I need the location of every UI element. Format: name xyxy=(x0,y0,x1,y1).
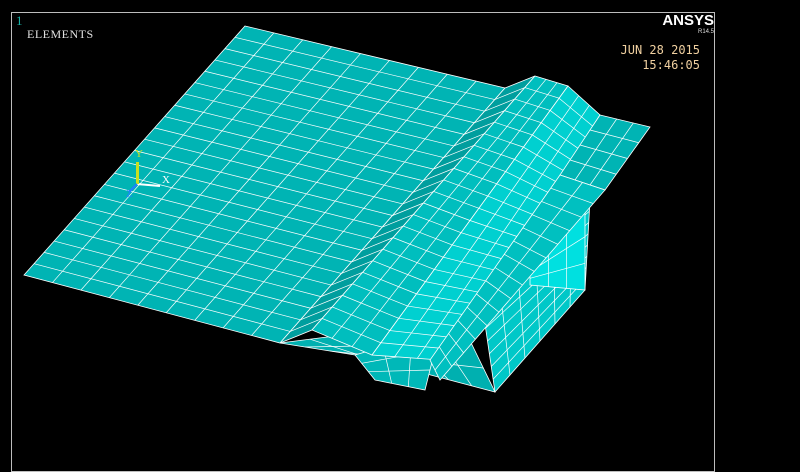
element-mesh-plot[interactable]: X Y Z xyxy=(0,0,800,452)
y-axis-label: Y xyxy=(135,148,143,160)
mesh-elements xyxy=(23,25,651,393)
x-axis-label: X xyxy=(162,174,170,186)
z-axis-label: Z xyxy=(126,188,133,200)
y-axis-arrow xyxy=(136,162,139,184)
